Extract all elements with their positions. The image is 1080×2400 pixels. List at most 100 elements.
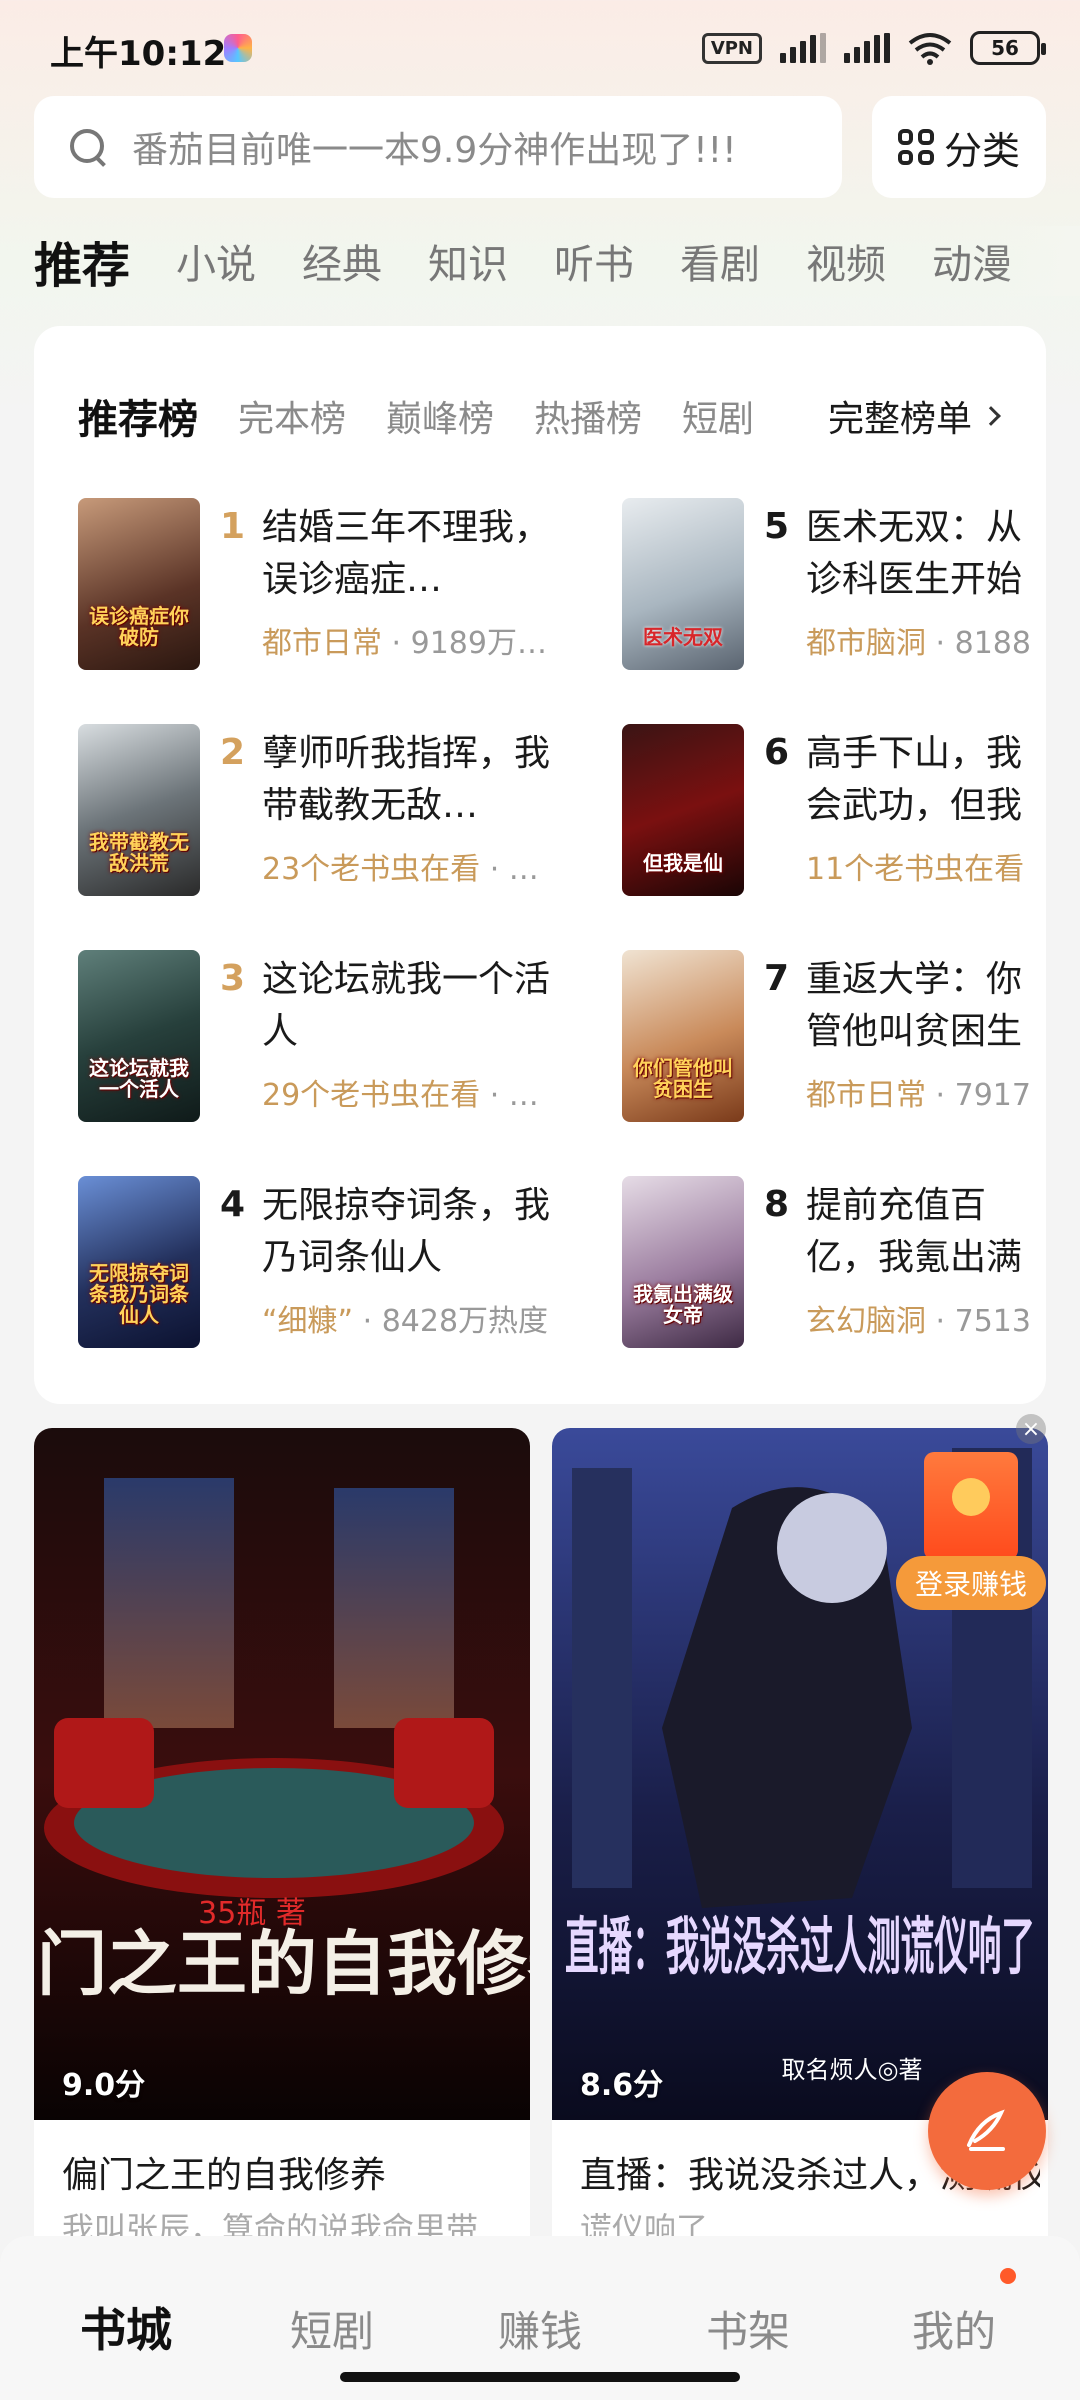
book-item[interactable]: 但我是仙 6 高手下山，我会武功，但我 11个老书虫在看 xyxy=(622,724,1046,900)
book-tag: 29个老书虫在看 xyxy=(262,1078,481,1113)
tab-audiobook[interactable]: 听书 xyxy=(554,232,634,290)
book-cover: 你们管他叫贫困生 xyxy=(622,950,744,1122)
rank-tab-short-drama[interactable]: 短剧 xyxy=(682,390,754,442)
book-rank: 3 xyxy=(220,958,246,999)
book-cover: 误诊癌症你破防 xyxy=(78,498,200,670)
home-indicator[interactable] xyxy=(340,2372,740,2382)
nav-bookstore[interactable]: 书城 xyxy=(80,2294,172,2360)
full-list-label: 完整榜单 xyxy=(828,399,973,440)
book-cover: 无限掠夺词条我乃词条仙人 xyxy=(78,1176,200,1348)
book-heat: · 8428万热度 xyxy=(353,1304,549,1339)
notification-dot xyxy=(1000,2268,1016,2284)
book-meta: 29个老书虫在看 · … xyxy=(262,1070,572,1114)
book-rank: 8 xyxy=(764,1184,790,1225)
tab-novel[interactable]: 小说 xyxy=(176,232,256,290)
book-title: 这论坛就我一个活人 xyxy=(262,959,551,1052)
book-title: 提前充值百亿，我氪出满级女 xyxy=(806,1185,1023,1278)
cover-title: 偏门之王的自我修养 xyxy=(34,1922,530,2005)
book-meta: 11个老书虫在看 xyxy=(806,844,1036,888)
status-icons: VPN 56 xyxy=(701,28,1046,68)
book-item[interactable]: 我带截教无敌洪荒 2 孽师听我指挥，我带截教无敌… 23个老书虫在看 · … xyxy=(78,724,578,900)
rank-tab-peak[interactable]: 巅峰榜 xyxy=(386,390,494,442)
login-reward-button[interactable]: 登录赚钱 xyxy=(896,1452,1046,1616)
cover-title: 医术无双 xyxy=(643,625,723,649)
battery-icon: 56 xyxy=(970,31,1046,65)
cover-title: 你们管他叫贫困生 xyxy=(633,1056,733,1101)
status-time: 上午10:12 xyxy=(50,34,227,74)
category-button[interactable]: 分类 xyxy=(872,96,1046,198)
pen-icon xyxy=(967,2109,1005,2151)
book-rank: 4 xyxy=(220,1184,246,1225)
book-meta: “细糠” · 8428万热度 xyxy=(262,1296,572,1340)
book-cover: 但我是仙 xyxy=(622,724,744,896)
status-bar: 上午10:12 VPN 56 xyxy=(0,0,1080,96)
book-heat: · 7917 xyxy=(926,1078,1031,1113)
book-cover: 医术无双 xyxy=(622,498,744,670)
book-tag: 都市脑洞 xyxy=(806,626,926,661)
rank-tab-completed[interactable]: 完本榜 xyxy=(238,390,346,442)
book-title: 孽师听我指挥，我带截教无敌… xyxy=(262,733,551,826)
book-tag: 都市日常 xyxy=(806,1078,926,1113)
feed-score: 8.6分 xyxy=(580,2068,664,2103)
cover-author: 35瓶 著 xyxy=(198,1896,306,1931)
battery-level: 56 xyxy=(991,36,1019,60)
nav-short-drama[interactable]: 短剧 xyxy=(290,2298,374,2359)
rank-tab-hot[interactable]: 热播榜 xyxy=(534,390,642,442)
cover-title: 直播：我说没杀过人测谎仪响了 xyxy=(565,1910,1035,1983)
book-cover: 我氪出满级女帝 xyxy=(622,1176,744,1348)
book-tag: 11个老书虫在看 xyxy=(806,852,1025,887)
cover-author: 取名烦人◎著 xyxy=(782,2056,923,2084)
book-item[interactable]: 你们管他叫贫困生 7 重返大学：你管他叫贫困生 都市日常 · 7917 xyxy=(622,950,1046,1126)
book-title: 无限掠夺词条，我乃词条仙人 xyxy=(262,1185,551,1278)
wifi-icon xyxy=(908,33,952,65)
book-rank: 6 xyxy=(764,732,790,773)
book-item[interactable]: 我氪出满级女帝 8 提前充值百亿，我氪出满级女 玄幻脑洞 · 7513 xyxy=(622,1176,1046,1352)
book-tag: 都市日常 xyxy=(262,626,382,661)
tab-drama[interactable]: 看剧 xyxy=(680,232,760,290)
signal-icon-1 xyxy=(780,33,826,63)
write-button[interactable] xyxy=(928,2072,1046,2190)
book-title: 结婚三年不理我，误诊癌症… xyxy=(262,507,551,600)
book-item[interactable]: 无限掠夺词条我乃词条仙人 4 无限掠夺词条，我乃词条仙人 “细糠” · 8428… xyxy=(78,1176,578,1352)
book-rank: 7 xyxy=(764,958,790,999)
tab-recommend[interactable]: 推荐 xyxy=(34,226,130,296)
book-cover: 这论坛就我一个活人 xyxy=(78,950,200,1122)
category-label: 分类 xyxy=(943,128,1020,173)
book-tag: 23个老书虫在看 xyxy=(262,852,481,887)
full-list-button[interactable]: 完整榜单 xyxy=(804,386,1001,446)
login-reward-label: 登录赚钱 xyxy=(896,1556,1046,1610)
feed-score: 9.0分 xyxy=(62,2068,146,2103)
grid-icon xyxy=(897,129,934,165)
tab-classic[interactable]: 经典 xyxy=(302,232,382,290)
nav-me[interactable]: 我的 xyxy=(912,2298,996,2359)
book-item[interactable]: 误诊癌症你破防 1 结婚三年不理我，误诊癌症… 都市日常 · 9189万… xyxy=(78,498,578,674)
book-meta: 都市脑洞 · 8188 xyxy=(806,618,1036,662)
book-tag: “细糠” xyxy=(262,1304,354,1339)
chevron-right-icon xyxy=(981,406,1001,426)
tab-knowledge[interactable]: 知识 xyxy=(428,232,508,290)
rank-tab-recommend[interactable]: 推荐榜 xyxy=(78,387,198,445)
cover-title: 我带截教无敌洪荒 xyxy=(89,830,189,875)
nav-earn[interactable]: 赚钱 xyxy=(498,2298,582,2359)
vpn-icon: VPN xyxy=(701,32,762,64)
search-icon xyxy=(68,127,108,167)
tab-video[interactable]: 视频 xyxy=(806,232,886,290)
book-heat: · … xyxy=(480,1078,539,1113)
cover-title: 我氪出满级女帝 xyxy=(633,1282,733,1327)
book-meta: 23个老书虫在看 · … xyxy=(262,844,572,888)
nav-bookshelf[interactable]: 书架 xyxy=(706,2298,790,2359)
book-cover: 我带截教无敌洪荒 xyxy=(78,724,200,896)
book-tag: 玄幻脑洞 xyxy=(806,1304,926,1339)
book-item[interactable]: 这论坛就我一个活人 3 这论坛就我一个活人 29个老书虫在看 · … xyxy=(78,950,578,1126)
book-meta: 玄幻脑洞 · 7513 xyxy=(806,1296,1036,1340)
feed-cover-image: 偏门之王的自我修养 35瓶 著 xyxy=(34,1428,530,2120)
close-icon[interactable]: × xyxy=(1016,1414,1046,1444)
top-tabs: 推荐 小说 经典 知识 听书 看剧 视频 动漫 xyxy=(34,226,1080,296)
book-title: 高手下山，我会武功，但我 xyxy=(806,733,1023,826)
book-item[interactable]: 医术无双 5 医术无双：从诊科医生开始 都市脑洞 · 8188 xyxy=(622,498,1046,674)
ranking-card: 推荐榜 完本榜 巅峰榜 热播榜 短剧 完整榜单 误诊癌症你破防 1 结婚三年不理… xyxy=(34,326,1046,1404)
book-rank: 5 xyxy=(764,506,790,547)
cover-title: 误诊癌症你破防 xyxy=(89,604,189,649)
search-bar[interactable]: 番茄目前唯一一本9.9分神作出现了!!! xyxy=(34,96,842,198)
book-heat: · 7513 xyxy=(926,1304,1031,1339)
